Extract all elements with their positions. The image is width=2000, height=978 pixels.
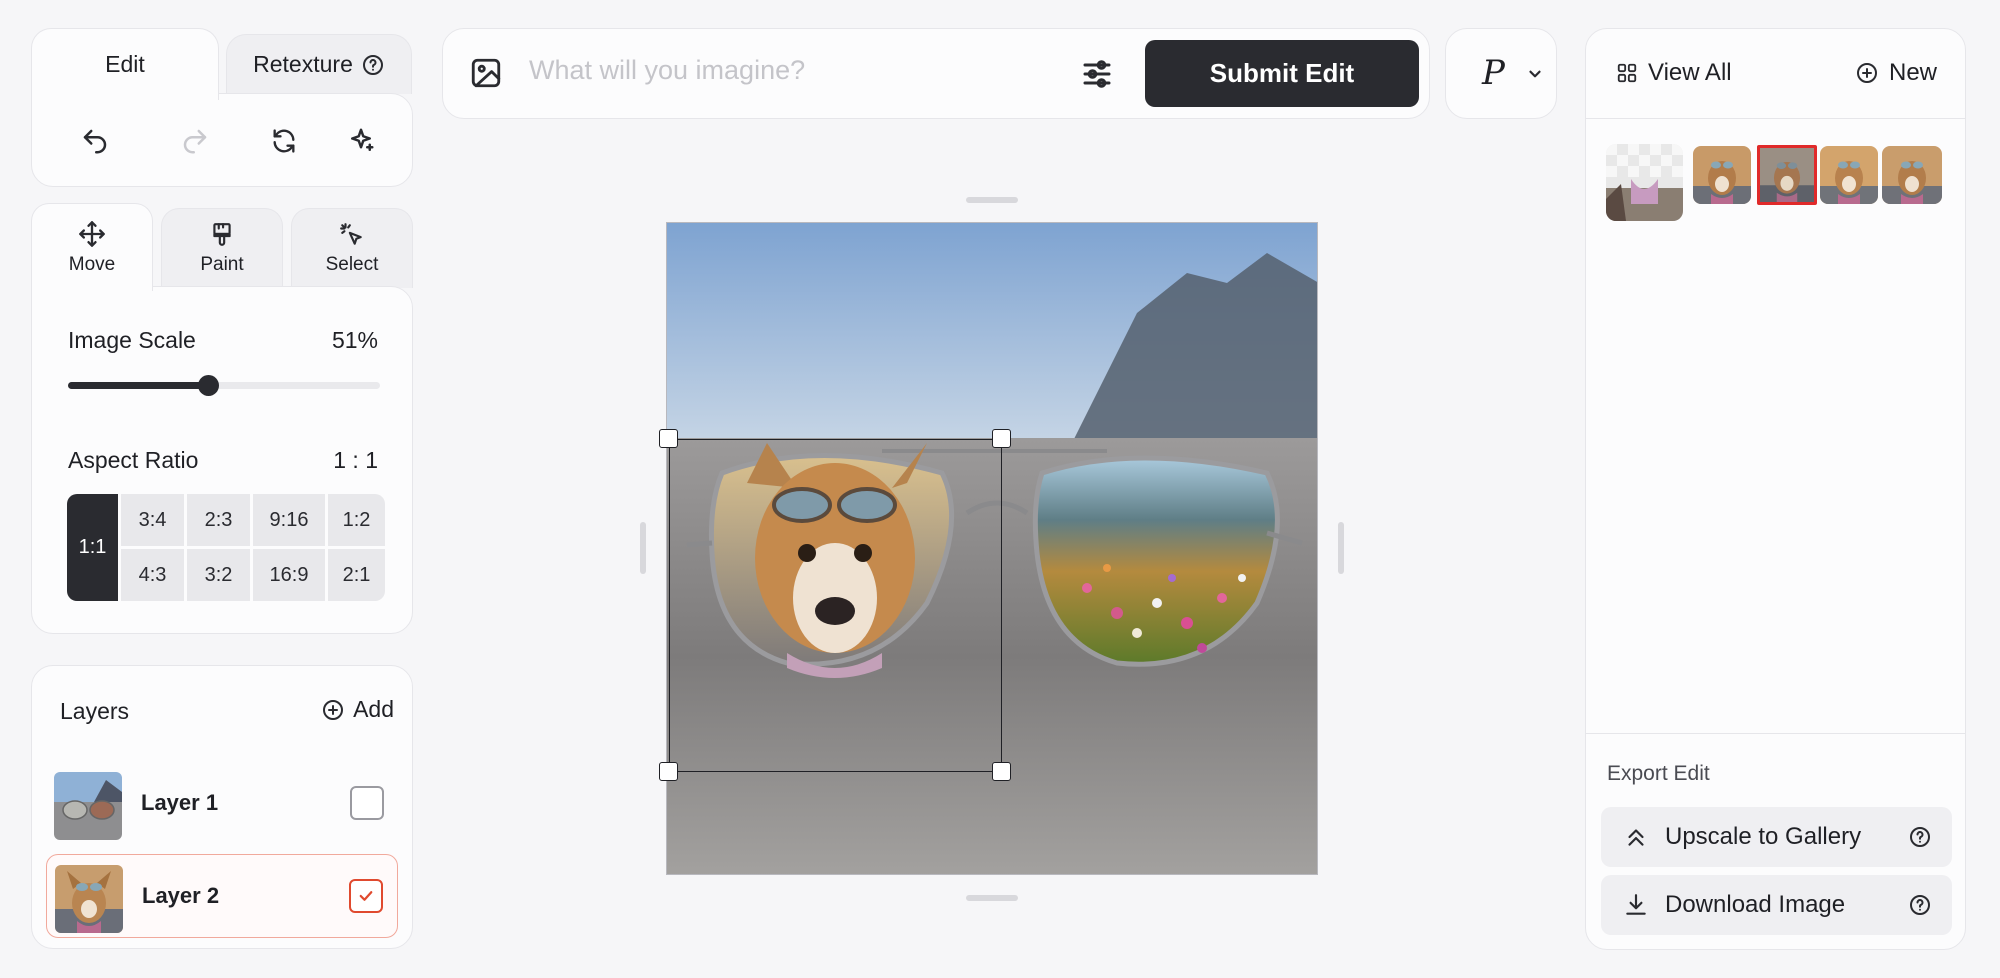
canvas-resize-handle-right[interactable] <box>1338 522 1344 574</box>
prompt-bar: What will you imagine? Submit Edit <box>442 28 1430 119</box>
canvas-resize-handle-left[interactable] <box>640 522 646 574</box>
aspect-ratio-option[interactable]: 3:4 <box>121 494 184 546</box>
layer-selection-box[interactable] <box>669 439 1002 772</box>
plus-circle-icon <box>321 698 345 722</box>
help-icon[interactable] <box>1908 893 1932 917</box>
help-icon[interactable] <box>361 53 385 77</box>
gallery-thumbnail[interactable] <box>1882 146 1942 204</box>
canvas-resize-handle-top[interactable] <box>966 197 1018 203</box>
image-upload-icon[interactable] <box>469 56 503 90</box>
tab-edit-label: Edit <box>105 51 145 77</box>
tab-select[interactable]: Select <box>291 208 413 288</box>
layer-2-checkbox[interactable] <box>349 879 383 913</box>
help-icon[interactable] <box>1908 825 1932 849</box>
tab-retexture[interactable]: Retexture <box>226 34 412 94</box>
aspect-ratio-value: 1 : 1 <box>333 447 378 473</box>
gallery-thumbnail-selected[interactable] <box>1757 145 1817 205</box>
canvas-resize-handle-bottom[interactable] <box>966 895 1018 901</box>
download-label: Download Image <box>1665 891 1846 918</box>
download-icon <box>1623 892 1649 918</box>
layer-2-name: Layer 2 <box>142 883 220 908</box>
aspect-ratio-option-selected[interactable]: 1:1 <box>67 494 118 601</box>
view-all-label: View All <box>1648 59 1732 86</box>
plus-circle-icon <box>1855 61 1879 85</box>
model-selector[interactable]: P <box>1445 28 1557 119</box>
layer-2-thumbnail <box>55 865 123 933</box>
gallery-thumbnail[interactable] <box>1606 144 1683 221</box>
tab-retexture-label: Retexture <box>253 51 353 77</box>
paint-brush-icon <box>209 222 235 248</box>
aspect-ratio-option[interactable]: 4:3 <box>121 549 184 601</box>
redo-icon[interactable] <box>178 124 212 158</box>
history-toolbar <box>31 93 413 187</box>
layers-title: Layers <box>60 698 130 724</box>
layer-1-name: Layer 1 <box>141 790 219 815</box>
gallery-header: View All New <box>1586 29 1965 119</box>
model-label: P <box>1482 53 1505 93</box>
add-layer-button[interactable]: Add <box>321 696 394 723</box>
aspect-ratio-option[interactable]: 3:2 <box>187 549 250 601</box>
image-scale-slider-fill <box>68 382 208 389</box>
resize-handle-top-right[interactable] <box>992 429 1011 448</box>
export-edit-label: Export Edit <box>1607 762 1710 785</box>
move-icon <box>78 220 106 248</box>
aspect-ratio-option[interactable]: 9:16 <box>253 494 325 546</box>
new-button[interactable]: New <box>1855 59 1937 87</box>
aspect-ratio-options: 1:1 3:4 2:3 9:16 1:2 4:3 3:2 16:9 2:1 <box>67 494 385 601</box>
layer-1-checkbox[interactable] <box>350 786 384 820</box>
new-label: New <box>1888 59 1937 86</box>
select-cursor-icon <box>339 222 365 248</box>
upscale-label: Upscale to Gallery <box>1665 823 1862 850</box>
grid-icon <box>1616 62 1638 84</box>
aspect-ratio-option[interactable]: 2:3 <box>187 494 250 546</box>
view-all-button[interactable]: View All <box>1616 59 1732 87</box>
aspect-ratio-option[interactable]: 16:9 <box>253 549 325 601</box>
tab-paint[interactable]: Paint <box>161 208 283 288</box>
chevron-down-icon <box>1526 65 1544 83</box>
image-scale-value: 51% <box>331 327 378 353</box>
tab-move[interactable]: Move <box>31 203 153 291</box>
gallery-panel: View All New Export Edit Upscale to Gall… <box>1585 28 1966 950</box>
aspect-ratio-label: Aspect Ratio <box>68 447 199 473</box>
image-scale-slider[interactable] <box>68 375 380 396</box>
layer-row-1[interactable]: Layer 1 <box>46 762 398 846</box>
add-layer-label: Add <box>353 696 394 722</box>
aspect-ratio-option[interactable]: 2:1 <box>328 549 385 601</box>
image-scale-slider-handle[interactable] <box>198 375 219 396</box>
image-scale-label: Image Scale <box>68 327 196 353</box>
undo-icon[interactable] <box>78 124 112 158</box>
resize-handle-top-left[interactable] <box>659 429 678 448</box>
sparkle-icon[interactable] <box>344 124 378 158</box>
move-settings-panel: Image Scale 51% Aspect Ratio 1 : 1 1:1 3… <box>31 286 413 634</box>
tab-edit[interactable]: Edit <box>31 28 219 100</box>
settings-sliders-icon[interactable] <box>1079 56 1115 92</box>
aspect-ratio-option[interactable]: 1:2 <box>328 494 385 546</box>
gallery-thumbnail[interactable] <box>1693 146 1751 204</box>
checkmark-icon <box>357 887 375 905</box>
layer-1-thumbnail <box>54 772 122 840</box>
refresh-icon[interactable] <box>267 124 301 158</box>
resize-handle-bottom-left[interactable] <box>659 762 678 781</box>
resize-handle-bottom-right[interactable] <box>992 762 1011 781</box>
tab-paint-label: Paint <box>200 253 244 275</box>
gallery-thumbnail[interactable] <box>1820 146 1878 204</box>
upscale-to-gallery-button[interactable]: Upscale to Gallery <box>1601 807 1952 867</box>
submit-edit-button[interactable]: Submit Edit <box>1145 40 1419 107</box>
layer-row-2[interactable]: Layer 2 <box>46 854 398 938</box>
download-image-button[interactable]: Download Image <box>1601 875 1952 935</box>
prompt-input[interactable]: What will you imagine? <box>529 55 805 86</box>
double-chevron-up-icon <box>1623 824 1649 850</box>
tab-move-label: Move <box>68 253 116 275</box>
divider <box>1586 733 1965 734</box>
tab-select-label: Select <box>325 253 379 275</box>
layers-panel: Layers Add Layer 1 Layer 2 <box>31 665 413 949</box>
